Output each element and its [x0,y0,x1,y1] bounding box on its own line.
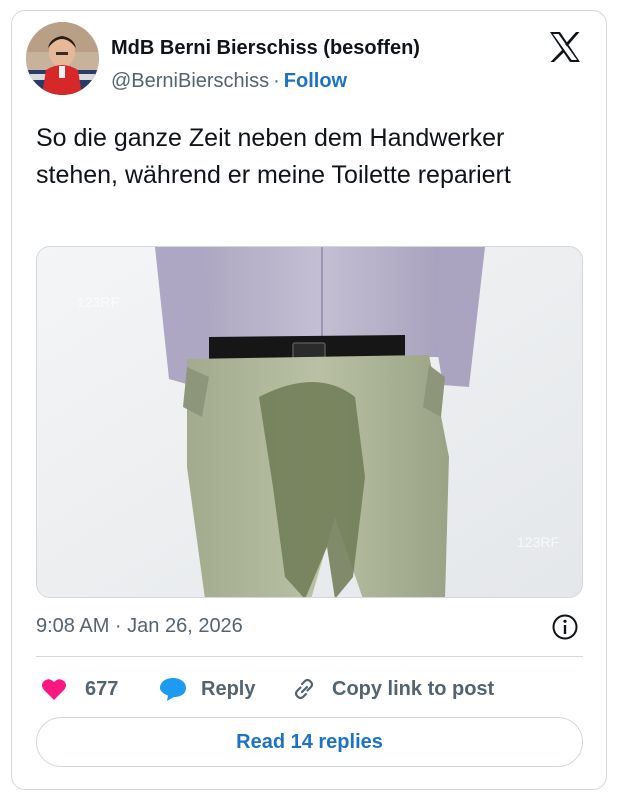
separator-dot: · [273,70,280,92]
read-replies-button[interactable]: Read 14 replies [36,717,583,767]
reply-button[interactable]: Reply [159,674,255,704]
reply-bubble-icon [160,678,186,701]
link-icon [294,678,314,700]
divider [36,656,583,657]
pants-photo: 123RF 123RF [37,247,582,597]
info-icon[interactable] [551,613,579,641]
tweet-text: So die ganze Zeit neben dem Handwerker s… [36,124,511,189]
copy-link-label: Copy link to post [332,677,495,700]
svg-text:123RF: 123RF [517,534,559,550]
heart-icon [42,679,66,700]
username-handle[interactable]: @BerniBierschiss [111,70,269,92]
svg-text:123RF: 123RF [77,294,119,310]
display-name[interactable]: MdB Berni Bierschiss (besoffen) [111,37,420,60]
like-button[interactable]: 677 [41,674,118,704]
like-count: 677 [85,677,119,700]
follow-button[interactable]: Follow [284,70,347,92]
tweet-media-image[interactable]: 123RF 123RF [36,246,583,598]
reply-label: Reply [201,677,256,700]
avatar[interactable] [26,22,99,95]
handle-row: @BerniBierschiss · Follow [111,70,347,93]
x-logo-icon[interactable] [548,31,582,63]
tweet-timestamp[interactable]: 9:08 AM · Jan 26, 2026 [36,615,243,638]
copy-link-button[interactable]: Copy link to post [290,674,494,704]
